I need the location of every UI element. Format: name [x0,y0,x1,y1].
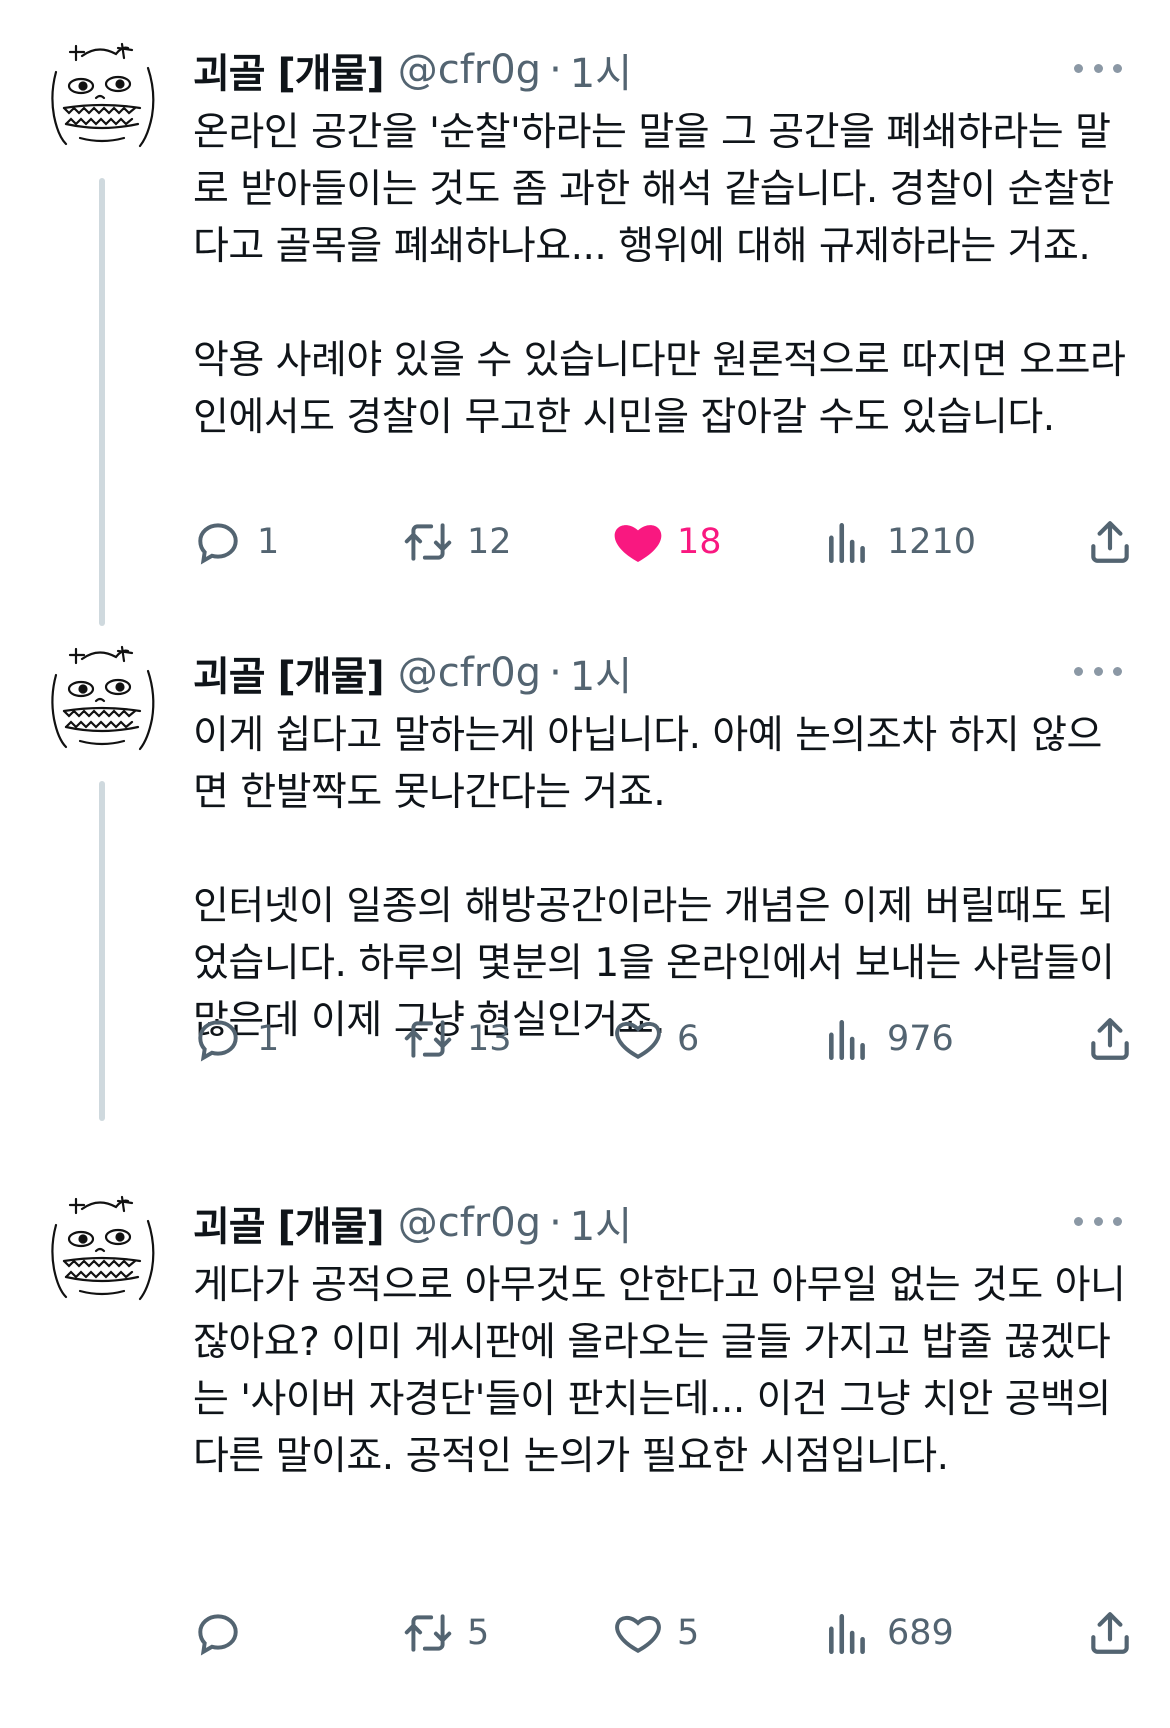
heart-icon [614,525,662,562]
retweet-button[interactable]: 5 [403,1603,489,1663]
more-icon[interactable] [1074,1201,1122,1241]
views-icon [829,1020,865,1061]
views-count: 976 [887,1019,954,1059]
share-icon [1091,1018,1129,1060]
heart-icon [615,1022,661,1059]
tweet-3[interactable]: 괴골 [개물] @cfr0g · 1시 게다가 공적으로 아무것도 안한다고 아… [0,1183,1170,1683]
action-bar: 1 13 6 976 [193,1009,1133,1069]
reply-count: 1 [257,522,280,562]
display-name[interactable]: 괴골 [개물] [193,41,385,99]
retweet-icon [404,1020,452,1058]
avatar-drawing [51,645,155,751]
heart-icon [615,1616,661,1653]
avatar-drawing [51,1195,155,1301]
tweet-2[interactable]: 괴골 [개물] @cfr0g · 1시 이게 쉽다고 말하는게 아닙니다. 아예… [0,633,1170,1121]
retweet-icon [404,523,452,561]
tweet-text: 게다가 공적으로 아무것도 안한다고 아무일 없는 것도 아니잖아요? 이미 게… [193,1263,1126,1479]
reply-button[interactable] [193,1603,257,1663]
views-count: 1210 [887,522,977,562]
display-name[interactable]: 괴골 [개물] [193,1194,385,1252]
action-bar: 5 5 689 [193,1603,1133,1663]
separator-dot: · [549,47,562,93]
reply-icon [198,1614,238,1656]
more-icon[interactable] [1074,48,1122,88]
user-handle[interactable]: @cfr0g [398,650,541,696]
reply-button[interactable]: 1 [193,1009,279,1069]
separator-dot: · [549,1200,562,1246]
like-count: 5 [677,1613,700,1653]
like-button[interactable]: 5 [613,1603,699,1663]
tweet-header: 괴골 [개물] @cfr0g · 1시 [193,40,632,100]
reply-icon [198,1020,238,1062]
like-count: 18 [677,522,722,562]
views-icon [829,523,865,564]
tweet-text: 온라인 공간을 '순찰'하라는 말을 그 공간을 폐쇄하라는 말로 받아들이는 … [193,110,1126,440]
like-button[interactable]: 18 [613,512,722,572]
tweet-header: 괴골 [개물] @cfr0g · 1시 [193,1193,632,1253]
share-button[interactable] [1085,1009,1135,1069]
views-button[interactable]: 1210 [823,512,976,572]
share-icon [1091,1612,1129,1654]
thread-line [99,178,105,626]
reply-button[interactable]: 1 [193,512,279,572]
reply-count: 1 [257,1019,280,1059]
retweet-button[interactable]: 13 [403,1009,512,1069]
more-icon[interactable] [1074,651,1122,691]
retweet-button[interactable]: 12 [403,512,512,572]
reply-icon [198,523,238,565]
user-handle[interactable]: @cfr0g [398,47,541,93]
avatar[interactable] [36,635,170,769]
timestamp[interactable]: 1시 [570,644,632,702]
share-icon [1091,521,1129,563]
like-count: 6 [677,1019,700,1059]
avatar[interactable] [36,32,170,166]
share-button[interactable] [1085,512,1135,572]
retweet-icon [404,1614,452,1652]
separator-dot: · [549,650,562,696]
retweet-count: 12 [467,522,512,562]
user-handle[interactable]: @cfr0g [398,1200,541,1246]
views-button[interactable]: 976 [823,1009,954,1069]
avatar-drawing [51,42,155,148]
retweet-count: 13 [467,1019,512,1059]
display-name[interactable]: 괴골 [개물] [193,644,385,702]
views-button[interactable]: 689 [823,1603,954,1663]
views-icon [829,1614,865,1655]
tweet-header: 괴골 [개물] @cfr0g · 1시 [193,643,632,703]
like-button[interactable]: 6 [613,1009,699,1069]
thread-line [99,781,105,1121]
avatar[interactable] [36,1185,170,1319]
share-button[interactable] [1085,1603,1135,1663]
tweet-text: 이게 쉽다고 말하는게 아닙니다. 아예 논의조차 하지 않으면 한발짝도 못나… [193,713,1115,1043]
retweet-count: 5 [467,1613,490,1653]
views-count: 689 [887,1613,954,1653]
tweet-1[interactable]: 괴골 [개물] @cfr0g · 1시 온라인 공간을 '순찰'하라는 말을 그… [0,30,1170,626]
timestamp[interactable]: 1시 [570,1194,632,1252]
action-bar: 1 12 18 1210 [193,512,1133,572]
timestamp[interactable]: 1시 [570,41,632,99]
